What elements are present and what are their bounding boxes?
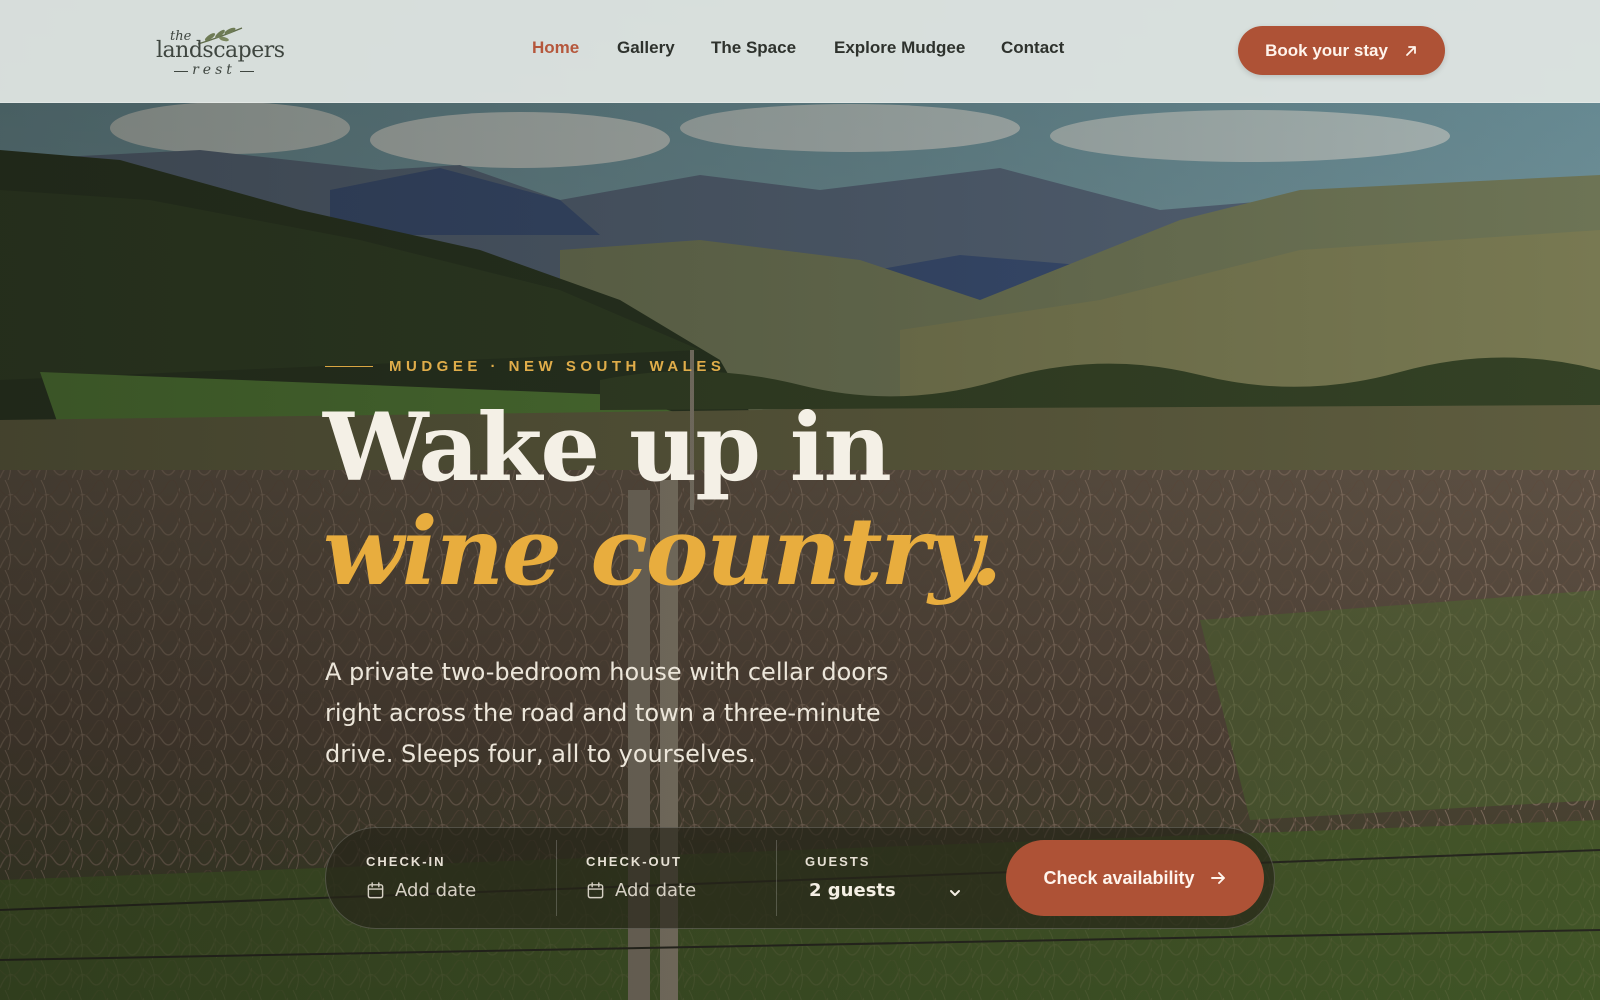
booking-bar: CHECK-IN Add date CHECK-OUT Add date GUE…	[325, 827, 1275, 929]
nav-item-the-space[interactable]: The Space	[711, 38, 796, 58]
hero-headline: Wake up in wine country.	[323, 396, 1083, 604]
checkin-value-row: Add date	[366, 880, 476, 901]
logo-wordmark: landscapers	[156, 38, 285, 63]
checkin-label: CHECK-IN	[366, 854, 446, 869]
hero-description: A private two-bedroom house with cellar …	[325, 658, 889, 768]
field-divider	[776, 840, 777, 916]
book-your-stay-button[interactable]: Book your stay	[1238, 26, 1445, 75]
chevron-down-icon	[950, 890, 960, 896]
logo[interactable]: the landscapers rest	[156, 24, 285, 80]
hero-eyebrow: MUDGEE · NEW SOUTH WALES	[325, 356, 725, 376]
logo-dash	[174, 71, 188, 72]
arrow-right-icon	[1210, 872, 1225, 884]
hero-location: MUDGEE · NEW SOUTH WALES	[389, 357, 726, 375]
book-your-stay-label: Book your stay	[1265, 40, 1388, 60]
nav-item-home[interactable]: Home	[532, 38, 579, 58]
checkout-field[interactable]: CHECK-OUT Add date	[586, 828, 766, 928]
checkin-field[interactable]: CHECK-IN Add date	[366, 828, 546, 928]
nav-item-contact[interactable]: Contact	[1001, 38, 1064, 58]
nav-item-gallery[interactable]: Gallery	[617, 38, 675, 58]
logo-rest: rest	[192, 62, 236, 78]
arrow-up-right-icon	[1406, 45, 1416, 56]
checkout-label: CHECK-OUT	[586, 854, 682, 869]
check-availability-button[interactable]: Check availability	[1006, 840, 1264, 916]
field-divider	[556, 840, 557, 916]
guests-select[interactable]: GUESTS 2 guests	[805, 828, 985, 928]
guests-value-row: 2 guests	[809, 880, 896, 901]
eyebrow-rule	[325, 365, 373, 367]
checkout-value-row: Add date	[586, 880, 696, 901]
calendar-icon	[587, 882, 604, 899]
checkin-value: Add date	[395, 880, 477, 901]
logo-dash	[240, 71, 254, 72]
check-availability-label: Check availability	[1043, 867, 1195, 888]
guests-value: 2 guests	[809, 880, 896, 901]
headline-line-2: wine country.	[323, 497, 1003, 607]
nav-item-explore-mudgee[interactable]: Explore Mudgee	[834, 38, 965, 58]
calendar-icon	[367, 882, 384, 899]
headline-line-1: Wake up in	[323, 393, 892, 503]
site-header: the landscapers rest Home Gallery The Sp…	[0, 0, 1600, 103]
guests-label: GUESTS	[805, 854, 871, 869]
logo-rest-row: rest	[174, 62, 254, 78]
checkout-value: Add date	[615, 880, 697, 901]
